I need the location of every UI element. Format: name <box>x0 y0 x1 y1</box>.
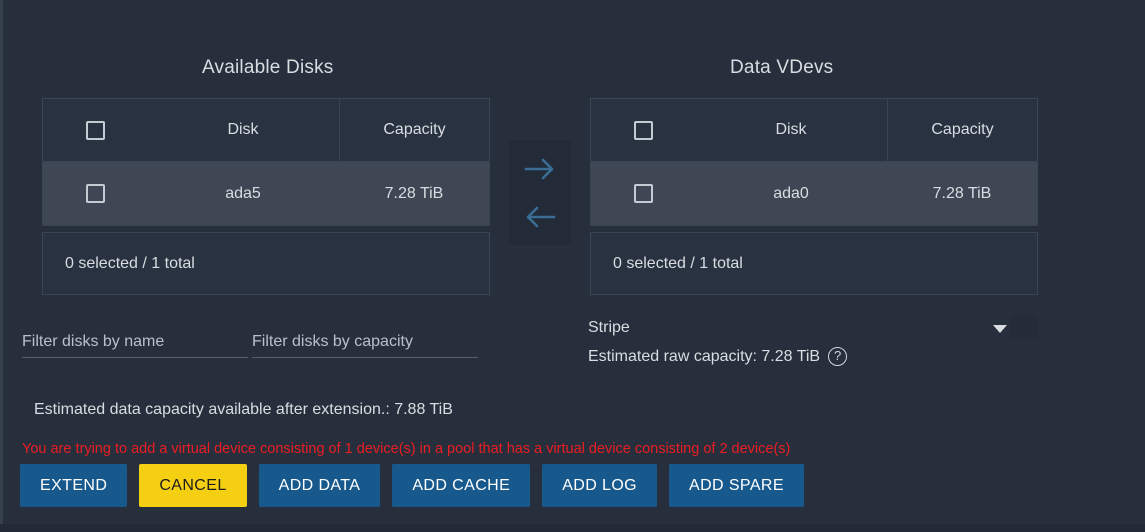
select-all-cell[interactable] <box>43 120 147 140</box>
estimated-data-capacity-text: Estimated data capacity available after … <box>34 401 453 418</box>
select-all-checkbox-vdevs[interactable] <box>633 120 653 140</box>
cancel-button[interactable]: CANCEL <box>139 464 247 507</box>
available-disks-title: Available Disks <box>202 57 334 78</box>
available-disks-table: Disk Capacity ada5 7.28 TiB <box>42 98 490 226</box>
table-row[interactable]: ada5 7.28 TiB <box>43 162 489 225</box>
add-cache-button[interactable]: ADD CACHE <box>392 464 531 507</box>
vdev-layout-selected-value: Stripe <box>588 319 630 336</box>
arrow-left-icon <box>523 203 557 231</box>
help-icon[interactable]: ? <box>828 347 848 366</box>
table-header-row: Disk Capacity <box>43 99 489 162</box>
row-checkbox-ada5[interactable] <box>85 184 105 203</box>
add-log-button[interactable]: ADD LOG <box>542 464 658 507</box>
filter-disks-by-name-field[interactable] <box>22 333 248 358</box>
available-disks-footer: 0 selected / 1 total <box>42 232 490 295</box>
cell-disk-capacity: 7.28 TiB <box>932 184 992 202</box>
extend-button[interactable]: EXTEND <box>20 464 128 507</box>
add-spare-button[interactable]: ADD SPARE <box>669 464 804 507</box>
select-all-checkbox-available[interactable] <box>85 120 105 140</box>
vdev-layout-select-box[interactable] <box>1010 316 1038 339</box>
filter-capacity-input[interactable] <box>252 333 478 351</box>
select-all-cell[interactable] <box>591 120 695 140</box>
vdev-layout-select[interactable]: Stripe <box>588 315 1038 343</box>
estimated-raw-capacity-text: Estimated raw capacity: 7.28 TiB <box>588 347 821 365</box>
data-vdevs-footer: 0 selected / 1 total <box>590 232 1038 295</box>
column-header-capacity: Capacity <box>931 121 994 138</box>
row-checkbox-ada0[interactable] <box>633 184 653 203</box>
filter-disks-by-capacity-field[interactable] <box>252 333 478 358</box>
column-header-disk: Disk <box>775 121 807 138</box>
cell-disk-capacity: 7.28 TiB <box>384 184 444 202</box>
column-header-disk: Disk <box>227 121 259 138</box>
move-to-available-button[interactable] <box>518 197 562 237</box>
data-vdevs-table: Disk Capacity ada0 7.28 TiB <box>590 98 1038 226</box>
move-to-vdevs-button[interactable] <box>518 149 562 189</box>
chevron-down-icon[interactable] <box>993 325 1007 333</box>
pool-manager-extend-form: Available Disks Data VDevs Disk Capacity… <box>0 0 1145 532</box>
add-data-button[interactable]: ADD DATA <box>258 464 381 507</box>
transfer-buttons-group <box>509 140 571 245</box>
table-row[interactable]: ada0 7.28 TiB <box>591 162 1037 225</box>
vdev-mismatch-warning: You are trying to add a virtual device c… <box>22 441 791 457</box>
arrow-right-icon <box>523 155 557 183</box>
cell-disk-name: ada0 <box>773 184 809 202</box>
action-button-bar: EXTEND CANCEL ADD DATA ADD CACHE ADD LOG… <box>20 464 804 507</box>
table-header-row: Disk Capacity <box>591 99 1037 162</box>
filter-name-input[interactable] <box>22 333 248 351</box>
estimated-raw-capacity: Estimated raw capacity: 7.28 TiB ? <box>588 347 848 366</box>
column-header-capacity: Capacity <box>383 121 446 138</box>
cell-disk-name: ada5 <box>225 184 261 202</box>
data-vdevs-title: Data VDevs <box>730 57 834 78</box>
